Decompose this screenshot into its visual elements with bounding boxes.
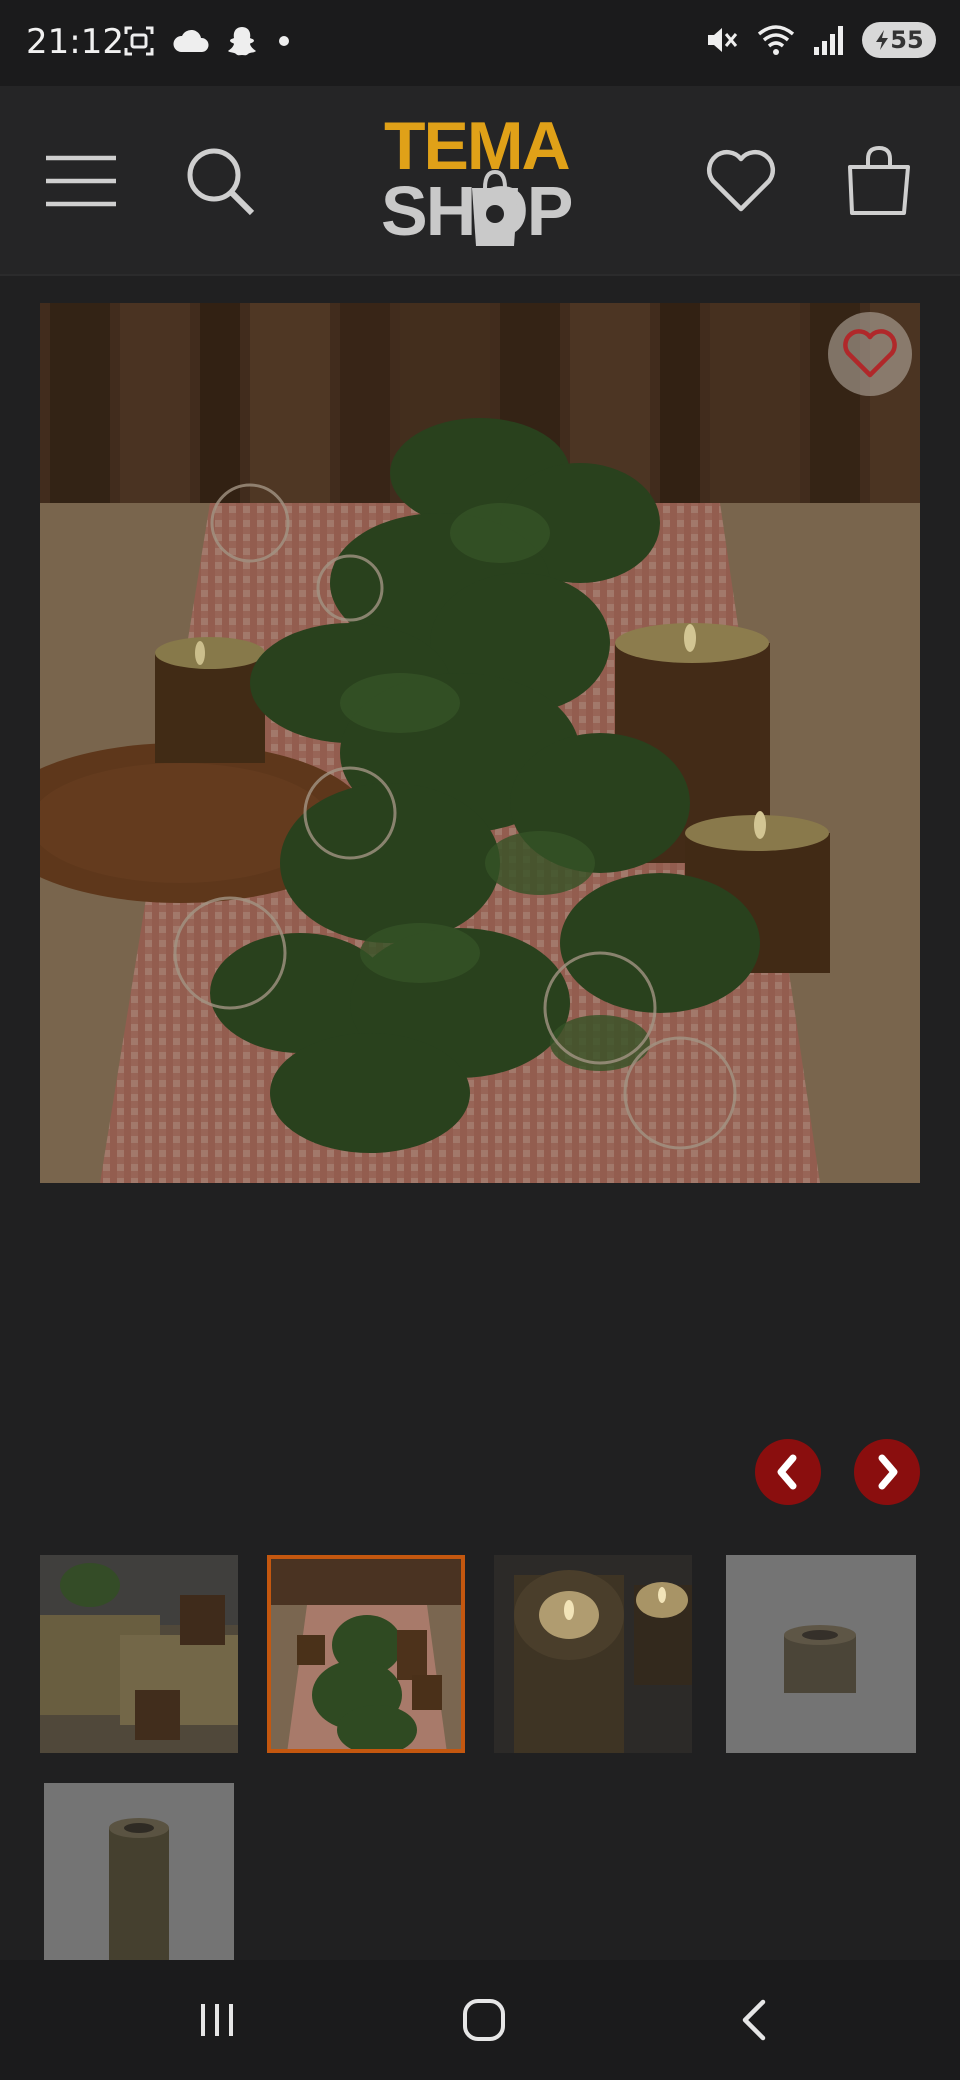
cart-button[interactable] [834,136,924,226]
status-right-icons: 55 [704,22,936,58]
recent-apps-button[interactable] [177,1990,257,2050]
tema-shop-logo[interactable]: TEMA SHOP [378,106,588,256]
gallery-next-button[interactable] [854,1439,920,1505]
signal-icon [814,26,843,55]
home-icon [463,1999,505,2041]
battery-indicator: 55 [862,22,936,58]
status-left-icons [122,24,294,58]
wifi-icon [757,25,795,55]
wishlist-icon [706,149,776,212]
battery-level: 55 [890,26,924,54]
gallery-thumbnail-5[interactable] [44,1783,234,1960]
gallery-thumbnail-2[interactable] [267,1555,465,1753]
status-time: 21:12 [26,22,124,62]
back-button[interactable] [714,1990,794,2050]
search-icon [187,148,255,216]
battery-charging-icon [876,30,889,50]
search-button[interactable] [175,136,265,226]
screenshot-icon [124,26,154,56]
add-to-favorites-button[interactable] [828,312,912,396]
gallery-thumbnail-3[interactable] [494,1555,692,1753]
snapchat-icon [228,27,256,56]
wishlist-button[interactable] [696,136,786,226]
gallery-prev-button[interactable] [755,1439,821,1505]
heart-icon [843,329,897,378]
product-main-image[interactable] [40,303,920,1183]
back-icon [742,1999,766,2041]
menu-button[interactable] [36,136,126,226]
mute-icon [708,28,738,52]
menu-icon [46,155,116,207]
shopping-bag-logo-icon [472,169,518,246]
gallery-thumbnail-1[interactable] [40,1555,238,1753]
app-header: TEMA SHOP [0,86,960,276]
status-bar: 21:12 55 [0,0,960,86]
cart-icon [848,145,910,215]
chevron-left-icon [777,1454,797,1490]
recent-apps-icon [201,2004,233,2036]
chevron-right-icon [878,1454,898,1490]
home-button[interactable] [444,1990,524,2050]
notification-dot-icon [279,36,289,46]
gallery-thumbnail-4[interactable] [726,1555,916,1753]
system-nav-bar [0,1960,960,2080]
cloud-icon [173,29,209,52]
